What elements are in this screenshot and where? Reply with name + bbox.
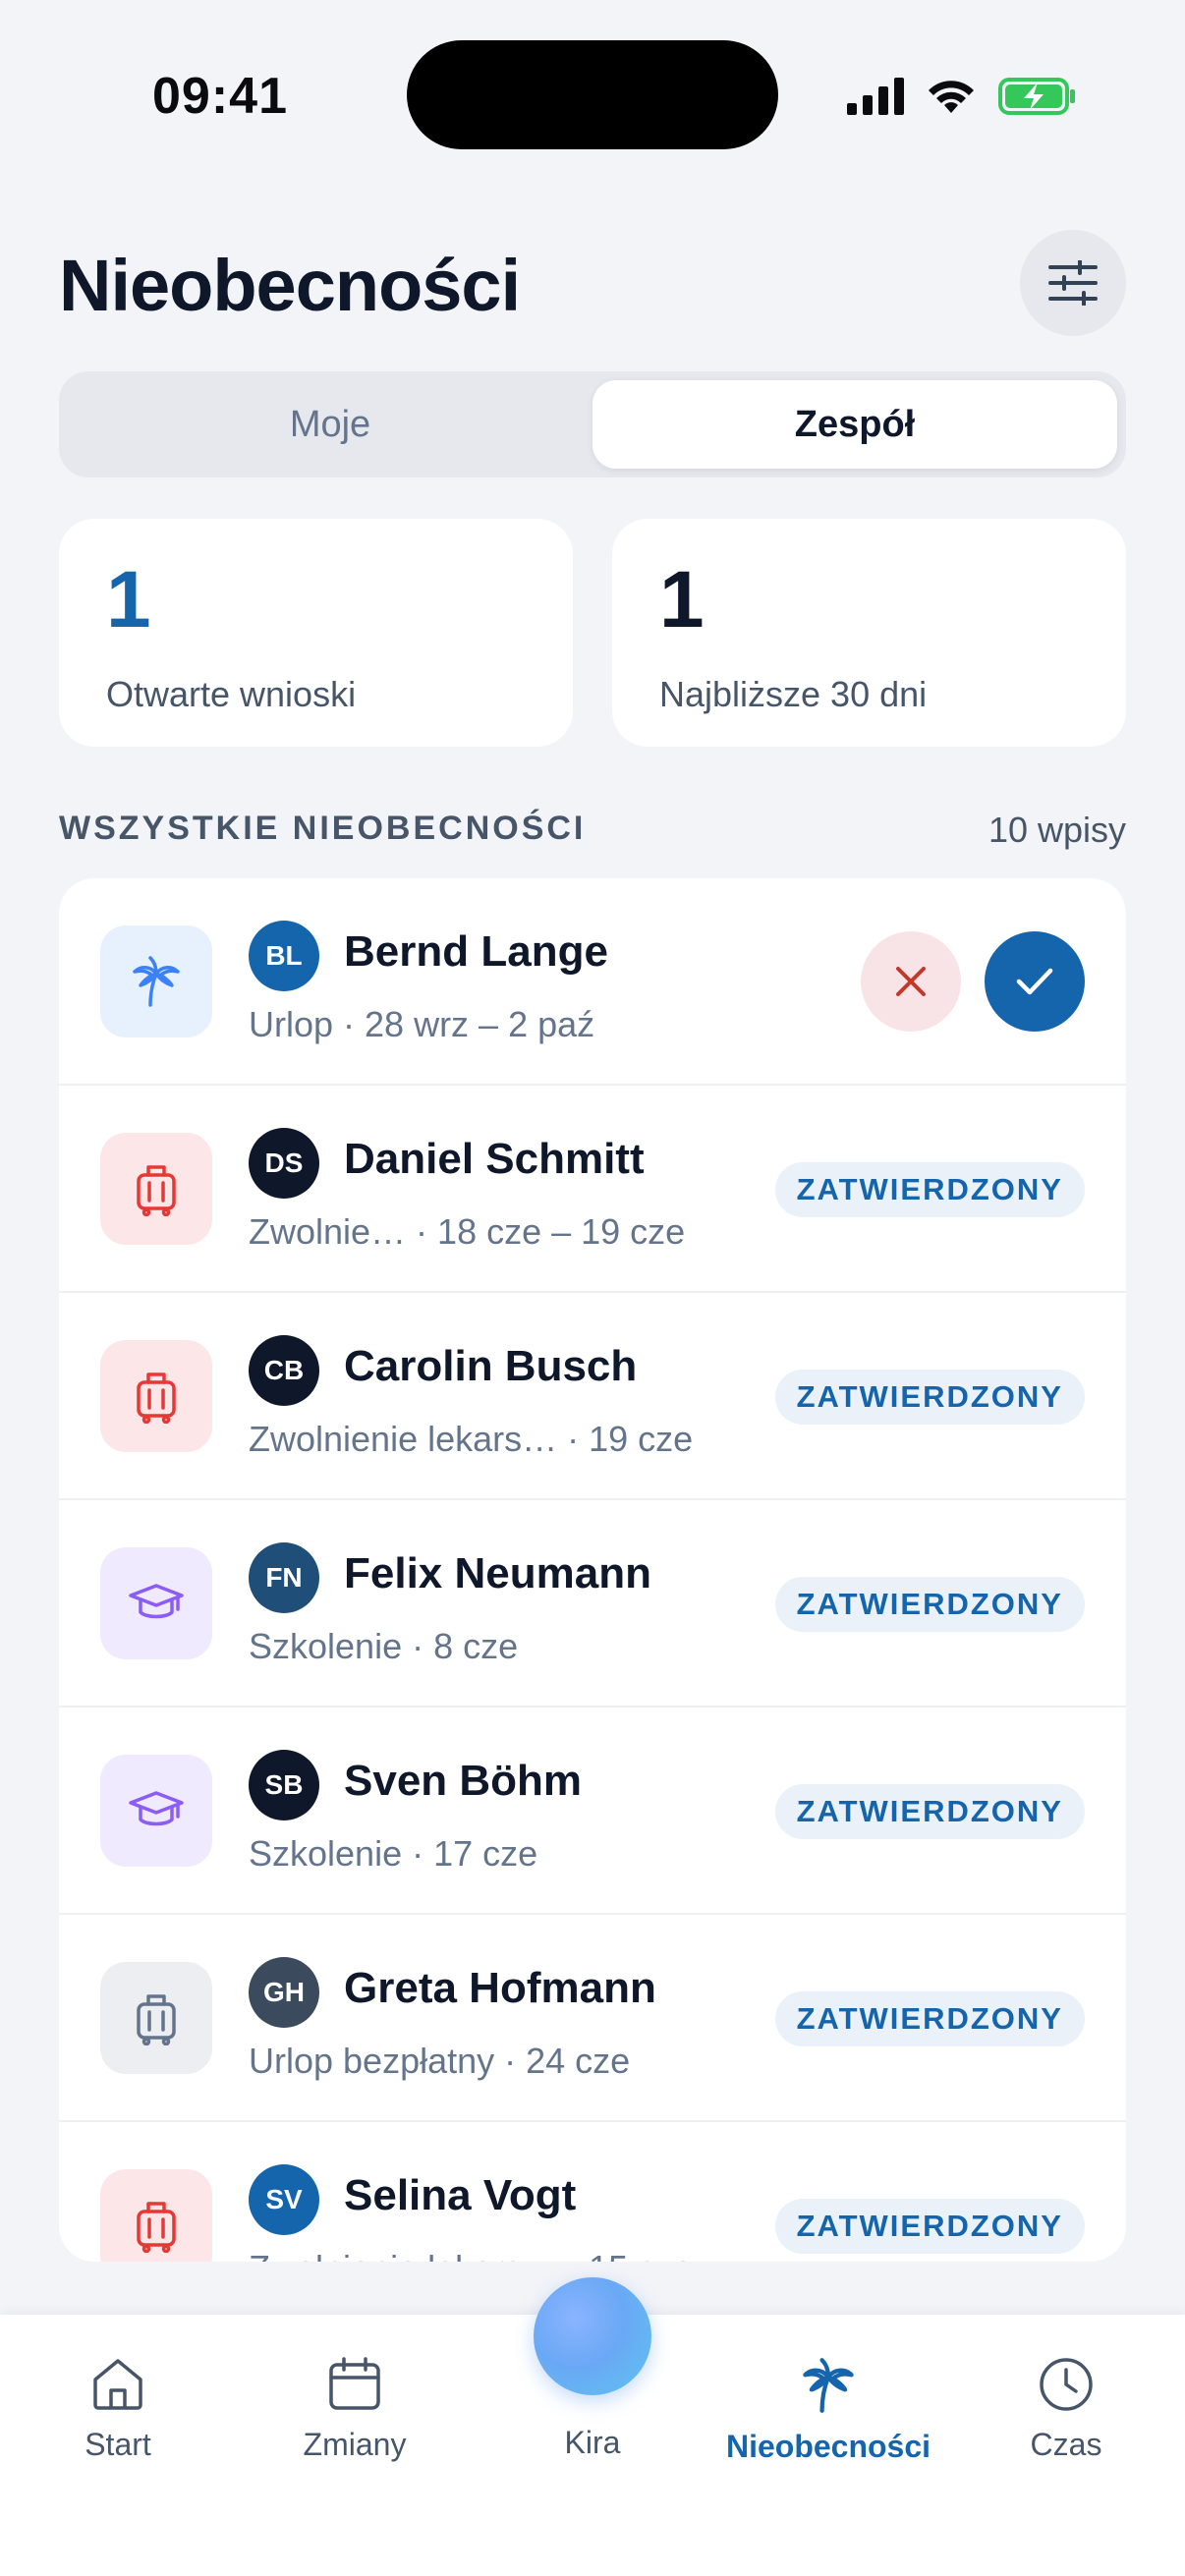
suitcase-icon	[137, 2202, 176, 2253]
status-badge: ZATWIERDZONY	[774, 1162, 1085, 1217]
wifi-icon	[929, 81, 974, 113]
cellular-signal-icon	[847, 78, 904, 115]
palm-tree-icon	[133, 956, 180, 1007]
employee-name: Bernd Lange	[344, 927, 608, 976]
list-item[interactable]: SV Selina Vogt Zwolnienie lekars… · 15 c…	[59, 2122, 1126, 2262]
kira-assistant-button[interactable]	[534, 2277, 651, 2395]
open-requests-label: Otwarte wnioski	[106, 674, 357, 714]
next-30-days-card[interactable]: 1 Najbliższe 30 dni	[612, 519, 1126, 747]
absence-details: Szkolenie · 17 cze	[249, 1833, 538, 1874]
status-icons	[847, 69, 1077, 124]
employee-name: Greta Hofmann	[344, 1964, 656, 2012]
avatar: DS	[249, 1128, 319, 1199]
employee-name: Carolin Busch	[344, 1342, 638, 1390]
open-requests-card[interactable]: 1 Otwarte wnioski	[59, 519, 573, 747]
avatar: SB	[249, 1750, 319, 1820]
open-requests-value: 1	[106, 555, 151, 644]
employee-name: Sven Böhm	[344, 1757, 583, 1805]
next-30-days-label: Najbliższe 30 dni	[659, 674, 928, 714]
checkmark-icon	[1016, 968, 1053, 995]
filter-button[interactable]	[1020, 230, 1126, 336]
unpaid-leave-type-icon	[100, 1962, 212, 2074]
list-item[interactable]: FN Felix Neumann Szkolenie · 8 cze ZATWI…	[59, 1500, 1126, 1708]
avatar: BL	[249, 921, 319, 991]
clock-icon	[1040, 2358, 1093, 2411]
status-badge: ZATWIERDZONY	[774, 1991, 1085, 2046]
list-item[interactable]: DS Daniel Schmitt Zwolnie… · 18 cze – 19…	[59, 1086, 1126, 1293]
battery-charging-icon	[998, 78, 1075, 115]
employee-name: Selina Vogt	[344, 2171, 577, 2219]
absence-details: Szkolenie · 8 cze	[249, 1626, 519, 1666]
list-item[interactable]: CB Carolin Busch Zwolnienie lekars… · 19…	[59, 1293, 1126, 1500]
home-icon	[93, 2359, 142, 2410]
avatar: SV	[249, 2164, 319, 2235]
status-bar: 09:41	[0, 0, 1185, 187]
reject-button[interactable]	[861, 931, 961, 1032]
sick-leave-type-icon	[100, 2169, 212, 2262]
absence-details: Zwolnie… · 18 cze – 19 cze	[249, 1211, 686, 1252]
close-icon	[896, 967, 926, 996]
avatar: FN	[249, 1542, 319, 1613]
status-time: 09:41	[152, 68, 288, 125]
dynamic-island	[407, 40, 778, 149]
tab-time[interactable]: Czas	[968, 2356, 1164, 2463]
section-title: WSZYSTKIE NIEOBECNOŚCI	[59, 810, 587, 847]
absence-details: Urlop · 28 wrz – 2 paź	[249, 1004, 595, 1044]
tab-bar: Start Zmiany Kira Nieobecności Czas	[0, 2277, 1185, 2576]
page-title: Nieobecności	[59, 245, 521, 326]
kira-label: Kira	[564, 2425, 621, 2460]
status-badge: ZATWIERDZONY	[774, 1370, 1085, 1425]
tab-start[interactable]: Start	[20, 2356, 216, 2463]
list-item[interactable]: GH Greta Hofmann Urlop bezpłatny · 24 cz…	[59, 1915, 1126, 2122]
approve-button[interactable]	[985, 931, 1085, 1032]
tab-shifts[interactable]: Zmiany	[256, 2356, 453, 2463]
graduation-cap-icon	[129, 1584, 184, 1619]
status-badge: ZATWIERDZONY	[774, 2199, 1085, 2254]
graduation-cap-icon	[129, 1791, 184, 1826]
tab-time-label: Czas	[1030, 2427, 1102, 2462]
tab-absences[interactable]: Nieobecności	[726, 2356, 931, 2465]
status-badge: ZATWIERDZONY	[774, 1577, 1085, 1632]
list-item[interactable]: BL Bernd Lange Urlop · 28 wrz – 2 paź	[59, 878, 1126, 1086]
sick-leave-type-icon	[100, 1133, 212, 1245]
sick-leave-type-icon	[100, 1340, 212, 1452]
next-30-days-value: 1	[659, 555, 705, 644]
avatar: GH	[249, 1957, 319, 2028]
calendar-icon	[329, 2357, 380, 2410]
sliders-icon	[1048, 260, 1098, 306]
training-type-icon	[100, 1547, 212, 1659]
training-type-icon	[100, 1755, 212, 1867]
tab-absences-label: Nieobecności	[725, 2429, 931, 2464]
suitcase-icon	[137, 1165, 176, 1216]
absence-details: Zwolnienie lekars… · 19 cze	[249, 1419, 694, 1459]
absence-details: Urlop bezpłatny · 24 cze	[249, 2041, 631, 2081]
tab-start-label: Start	[85, 2427, 151, 2462]
palm-tree-icon	[803, 2358, 854, 2413]
absence-details: Zwolnienie lekars… · 15 cze	[249, 2248, 693, 2262]
entry-count: 10 wpisy	[988, 810, 1126, 850]
avatar: CB	[249, 1335, 319, 1406]
absence-list: BL Bernd Lange Urlop · 28 wrz – 2 paź DS…	[59, 878, 1126, 2262]
employee-name: Felix Neumann	[344, 1549, 651, 1597]
tab-mine[interactable]: Moje	[68, 380, 592, 469]
tab-shifts-label: Zmiany	[303, 2427, 407, 2462]
vacation-type-icon	[100, 925, 212, 1037]
employee-name: Daniel Schmitt	[344, 1135, 645, 1183]
suitcase-icon	[137, 1994, 176, 2045]
list-item[interactable]: SB Sven Böhm Szkolenie · 17 cze ZATWIERD…	[59, 1708, 1126, 1915]
tab-team[interactable]: Zespół	[592, 380, 1117, 469]
segmented-control: Moje Zespół	[59, 371, 1126, 477]
suitcase-icon	[137, 1372, 176, 1424]
status-badge: ZATWIERDZONY	[774, 1784, 1085, 1839]
